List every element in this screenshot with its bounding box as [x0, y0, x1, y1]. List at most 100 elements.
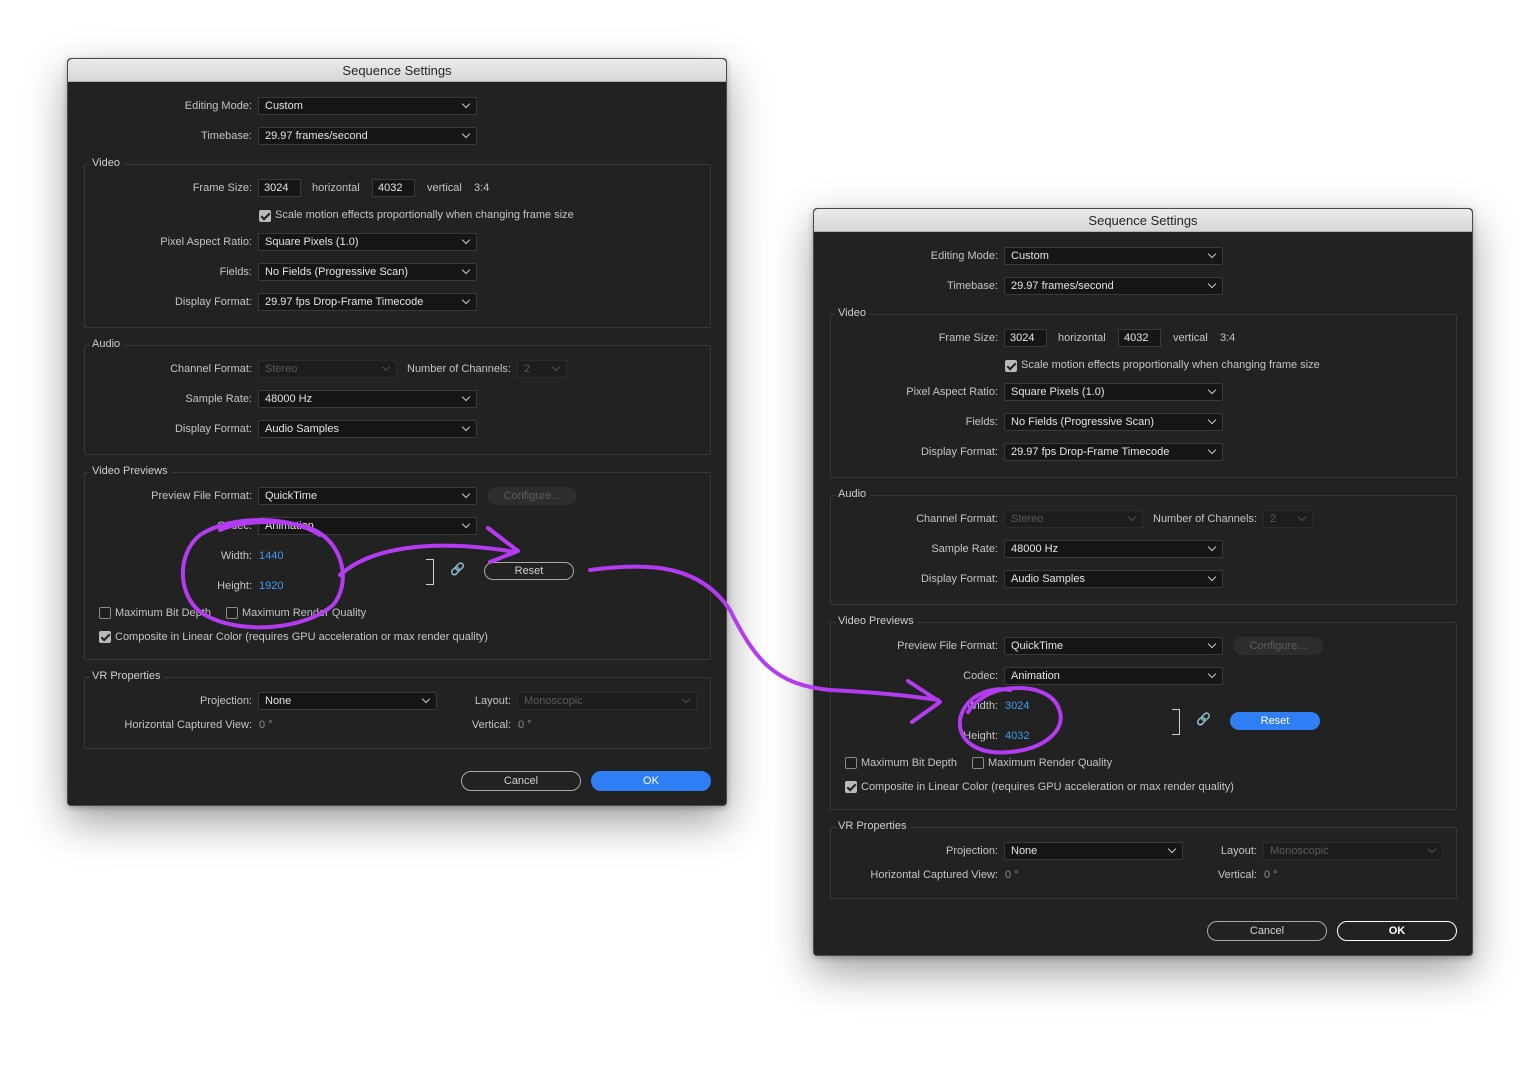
- composite-linear-label: Composite in Linear Color (requires GPU …: [861, 781, 1234, 793]
- audio-display-format-value: Audio Samples: [265, 423, 339, 435]
- vr-vertical-value: 0 °: [518, 719, 532, 731]
- codec-dropdown[interactable]: Animation: [258, 517, 477, 535]
- ok-button[interactable]: OK: [591, 771, 711, 791]
- reset-button[interactable]: Reset: [1230, 712, 1320, 730]
- timebase-value: 29.97 frames/second: [1011, 280, 1114, 292]
- pixel-aspect-dropdown[interactable]: Square Pixels (1.0): [1004, 383, 1223, 401]
- display-format-dropdown[interactable]: 29.97 fps Drop-Frame Timecode: [258, 293, 477, 311]
- scale-motion-checkbox[interactable]: [1005, 360, 1017, 372]
- layout-label: Layout:: [474, 695, 511, 707]
- editing-mode-value: Custom: [1011, 250, 1049, 262]
- video-previews-section-title: Video Previews: [90, 465, 172, 477]
- composite-linear-label: Composite in Linear Color (requires GPU …: [115, 631, 488, 643]
- link-bracket: [1172, 709, 1180, 735]
- scale-motion-checkbox[interactable]: [259, 210, 271, 222]
- max-render-quality-checkbox[interactable]: [972, 757, 984, 769]
- cancel-button[interactable]: Cancel: [1207, 921, 1327, 941]
- ok-button[interactable]: OK: [1337, 921, 1457, 941]
- layout-dropdown: Monoscopic: [517, 692, 697, 710]
- fields-label: Fields:: [965, 416, 998, 428]
- fields-dropdown[interactable]: No Fields (Progressive Scan): [258, 263, 477, 281]
- channel-format-value: Stereo: [1011, 513, 1044, 525]
- chevron-down-icon: [461, 99, 471, 109]
- vertical-label: vertical: [1173, 332, 1208, 344]
- sample-rate-label: Sample Rate:: [931, 543, 998, 555]
- aspect-value: 3:4: [1220, 332, 1236, 344]
- frame-height-input[interactable]: 4032: [1118, 329, 1161, 347]
- chevron-down-icon: [1207, 572, 1217, 582]
- max-render-quality-label: Maximum Render Quality: [988, 757, 1113, 769]
- preview-file-format-dropdown[interactable]: QuickTime: [1004, 637, 1223, 655]
- timebase-label: Timebase:: [947, 280, 998, 292]
- width-label: Width:: [966, 700, 998, 712]
- fields-dropdown[interactable]: No Fields (Progressive Scan): [1004, 413, 1223, 431]
- chevron-down-icon: [381, 362, 391, 372]
- vr-section-title: VR Properties: [90, 670, 165, 682]
- editing-mode-dropdown[interactable]: Custom: [258, 97, 477, 115]
- link-bracket: [426, 559, 434, 585]
- display-format-value: 29.97 fps Drop-Frame Timecode: [265, 296, 424, 308]
- frame-width-input[interactable]: 3024: [1004, 329, 1047, 347]
- chevron-down-icon: [1207, 639, 1217, 649]
- height-value[interactable]: 4032: [1005, 730, 1029, 742]
- dialog-title: Sequence Settings: [814, 209, 1472, 232]
- frame-height-input[interactable]: 4032: [372, 179, 415, 197]
- chevron-down-icon: [1207, 249, 1217, 259]
- link-icon[interactable]: 🔗: [450, 562, 465, 576]
- chevron-down-icon: [1207, 445, 1217, 455]
- composite-linear-checkbox[interactable]: [845, 781, 857, 793]
- audio-display-format-dropdown[interactable]: Audio Samples: [1004, 570, 1223, 588]
- fields-value: No Fields (Progressive Scan): [1011, 416, 1155, 428]
- chevron-down-icon: [461, 235, 471, 245]
- pixel-aspect-dropdown[interactable]: Square Pixels (1.0): [258, 233, 477, 251]
- fields-value: No Fields (Progressive Scan): [265, 266, 409, 278]
- width-value[interactable]: 1440: [259, 550, 283, 562]
- audio-display-format-value: Audio Samples: [1011, 573, 1085, 585]
- chevron-down-icon: [461, 295, 471, 305]
- timebase-label: Timebase:: [201, 130, 252, 142]
- pixel-aspect-value: Square Pixels (1.0): [265, 236, 359, 248]
- video-section-title: Video: [836, 307, 870, 319]
- max-bit-depth-checkbox[interactable]: [845, 757, 857, 769]
- horizontal-label: horizontal: [1058, 332, 1106, 344]
- composite-linear-checkbox[interactable]: [99, 631, 111, 643]
- max-bit-depth-label: Maximum Bit Depth: [861, 757, 957, 769]
- chevron-down-icon: [1207, 669, 1217, 679]
- projection-dropdown[interactable]: None: [258, 692, 437, 710]
- layout-dropdown: Monoscopic: [1263, 842, 1443, 860]
- display-format-value: 29.97 fps Drop-Frame Timecode: [1011, 446, 1170, 458]
- channels-label: Number of Channels:: [1153, 513, 1257, 525]
- timebase-dropdown[interactable]: 29.97 frames/second: [1004, 277, 1223, 295]
- pixel-aspect-value: Square Pixels (1.0): [1011, 386, 1105, 398]
- vr-vertical-value: 0 °: [1264, 869, 1278, 881]
- projection-label: Projection:: [200, 695, 252, 707]
- sample-rate-dropdown[interactable]: 48000 Hz: [1004, 540, 1223, 558]
- sample-rate-dropdown[interactable]: 48000 Hz: [258, 390, 477, 408]
- audio-display-format-dropdown[interactable]: Audio Samples: [258, 420, 477, 438]
- vr-vertical-label: Vertical:: [1217, 869, 1257, 881]
- max-bit-depth-checkbox[interactable]: [99, 607, 111, 619]
- chevron-down-icon: [1207, 279, 1217, 289]
- link-icon[interactable]: 🔗: [1196, 712, 1211, 726]
- display-format-dropdown[interactable]: 29.97 fps Drop-Frame Timecode: [1004, 443, 1223, 461]
- editing-mode-dropdown[interactable]: Custom: [1004, 247, 1223, 265]
- vertical-label: vertical: [427, 182, 462, 194]
- projection-dropdown[interactable]: None: [1004, 842, 1183, 860]
- cancel-button[interactable]: Cancel: [461, 771, 581, 791]
- editing-mode-label: Editing Mode:: [930, 250, 998, 262]
- sample-rate-label: Sample Rate:: [185, 393, 252, 405]
- chevron-down-icon: [1427, 844, 1437, 854]
- height-value[interactable]: 1920: [259, 580, 283, 592]
- display-format-label: Display Format:: [920, 446, 998, 458]
- max-render-quality-checkbox[interactable]: [226, 607, 238, 619]
- codec-dropdown[interactable]: Animation: [1004, 667, 1223, 685]
- channel-format-label: Channel Format:: [916, 513, 998, 525]
- chevron-down-icon: [1167, 844, 1177, 854]
- width-value[interactable]: 3024: [1005, 700, 1029, 712]
- pixel-aspect-label: Pixel Aspect Ratio:: [160, 236, 252, 248]
- reset-button[interactable]: Reset: [484, 562, 574, 580]
- frame-width-input[interactable]: 3024: [258, 179, 301, 197]
- preview-file-format-dropdown[interactable]: QuickTime: [258, 487, 477, 505]
- preview-file-format-value: QuickTime: [265, 490, 318, 502]
- timebase-dropdown[interactable]: 29.97 frames/second: [258, 127, 477, 145]
